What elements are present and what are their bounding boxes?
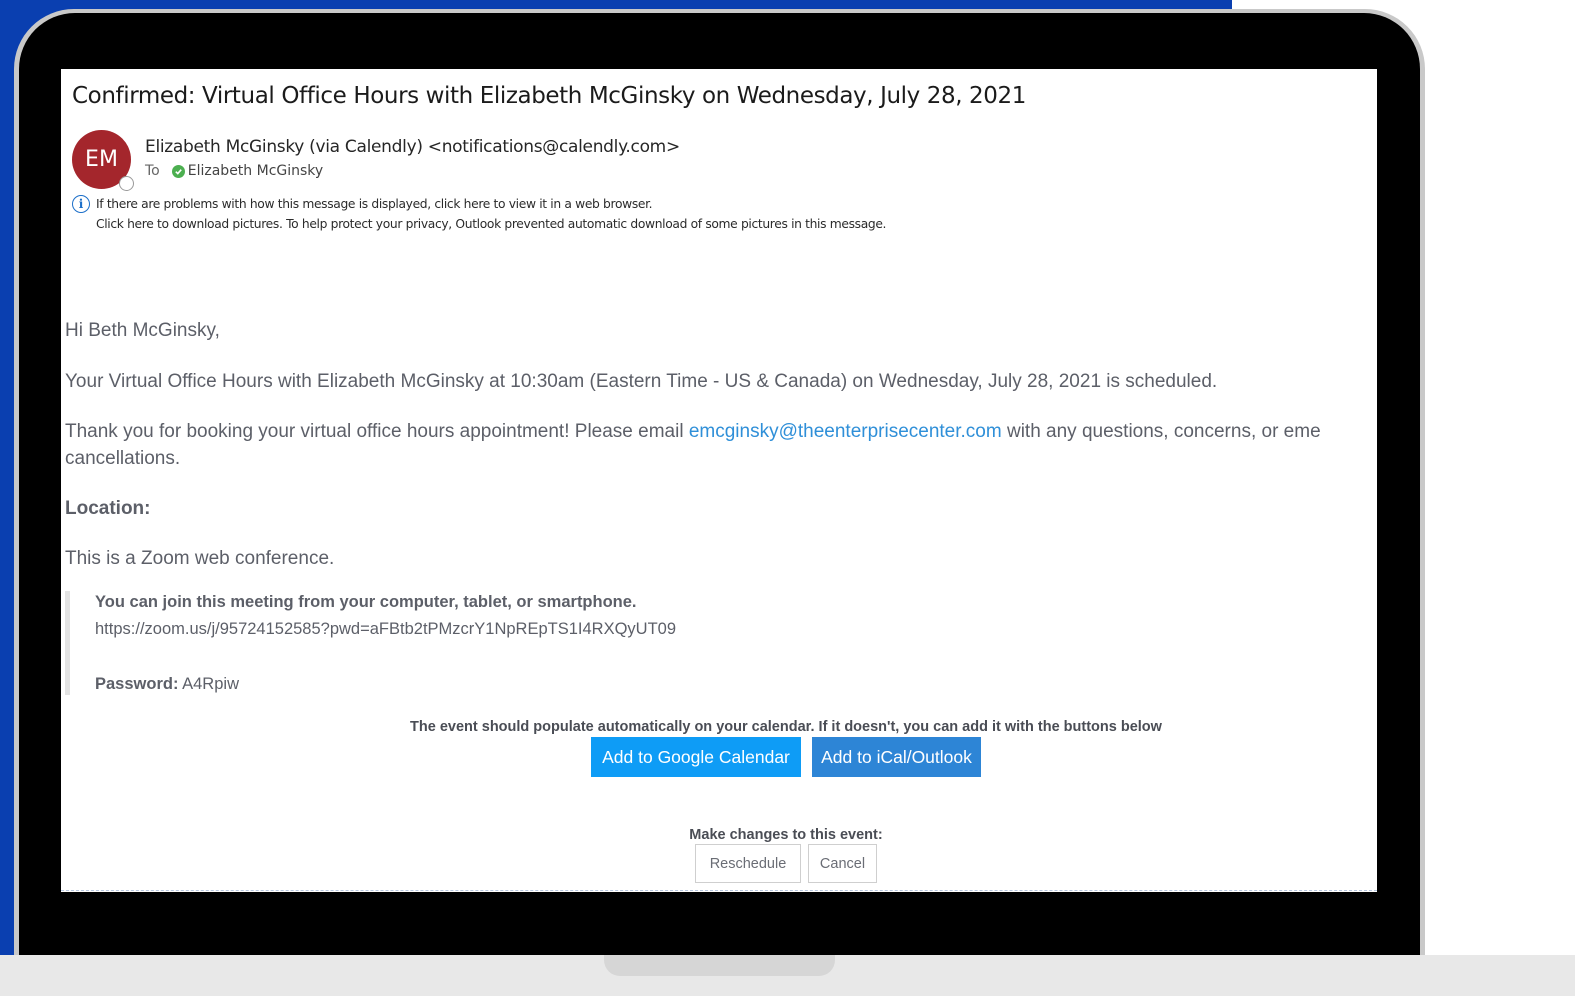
- email-window: Confirmed: Virtual Office Hours with Eli…: [61, 69, 1377, 892]
- thanks-text-end: with any questions, concerns, or eme: [1001, 421, 1321, 442]
- join-instructions: You can join this meeting from your comp…: [95, 593, 637, 611]
- password-value: A4Rpiw: [178, 675, 239, 693]
- quote-bar: [65, 591, 70, 695]
- view-in-browser-notice[interactable]: If there are problems with how this mess…: [96, 197, 653, 211]
- thanks-text: Thank you for booking your virtual offic…: [65, 421, 1321, 443]
- download-pictures-notice[interactable]: Click here to download pictures. To help…: [96, 217, 886, 231]
- zoom-meeting-link[interactable]: https://zoom.us/j/95724152585?pwd=aFBtb2…: [95, 620, 676, 639]
- greeting-text: Hi Beth McGinsky,: [65, 320, 220, 341]
- add-to-google-calendar-button[interactable]: Add to Google Calendar: [591, 737, 801, 777]
- sender-name[interactable]: Elizabeth McGinsky (via Calendly) <notif…: [145, 137, 680, 157]
- screen-bottom-divider: [61, 890, 1377, 891]
- location-description: This is a Zoom web conference.: [65, 548, 335, 569]
- to-label: To: [145, 163, 160, 179]
- contact-email-link[interactable]: emcginsky@theenterprisecenter.com: [689, 421, 1002, 442]
- scheduled-text: Your Virtual Office Hours with Elizabeth…: [65, 371, 1218, 392]
- info-icon: i: [72, 195, 90, 213]
- calendar-note: The event should populate automatically …: [410, 719, 1162, 735]
- check-icon: [171, 164, 185, 178]
- add-to-ical-outlook-button[interactable]: Add to iCal/Outlook: [812, 737, 981, 777]
- avatar-initials: EM: [85, 147, 118, 172]
- make-changes-label: Make changes to this event:: [689, 827, 883, 843]
- sender-avatar[interactable]: EM: [72, 130, 134, 191]
- cancel-button[interactable]: Cancel: [808, 844, 877, 883]
- thanks-text-start: Thank you for booking your virtual offic…: [65, 421, 689, 442]
- location-heading: Location:: [65, 498, 151, 519]
- password-row: Password: A4Rpiw: [95, 675, 239, 694]
- email-subject: Confirmed: Virtual Office Hours with Eli…: [72, 83, 1026, 109]
- reschedule-button[interactable]: Reschedule: [695, 844, 801, 883]
- laptop-stand: [604, 955, 835, 976]
- recipient-name[interactable]: Elizabeth McGinsky: [188, 163, 323, 179]
- thanks-text-continued: cancellations.: [65, 448, 181, 469]
- password-label: Password:: [95, 675, 179, 693]
- presence-status-icon: [119, 176, 134, 191]
- recipient-row: To Elizabeth McGinsky: [145, 163, 323, 179]
